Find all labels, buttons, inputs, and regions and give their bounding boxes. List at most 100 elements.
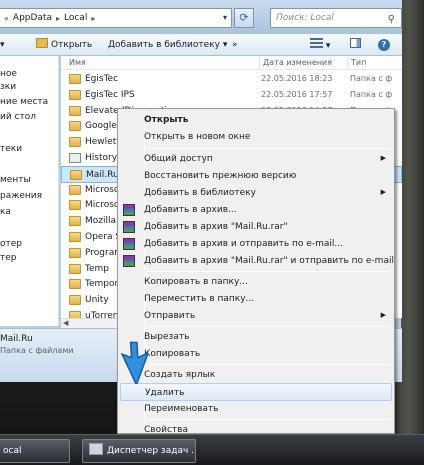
menu-item-open[interactable]: Открыть bbox=[120, 111, 392, 129]
nav-item[interactable]: ка bbox=[0, 206, 58, 218]
menu-separator bbox=[146, 364, 390, 365]
help-button[interactable]: ? bbox=[378, 38, 390, 52]
taskbar-button-explorer[interactable]: ocal bbox=[0, 439, 70, 463]
menu-item-label: Удалить bbox=[145, 388, 185, 398]
file-name: Temp bbox=[85, 263, 109, 274]
nav-item[interactable]: менты bbox=[0, 174, 58, 186]
menu-item-share[interactable]: Общий доступ ▶ bbox=[120, 150, 392, 168]
folder-icon bbox=[69, 263, 81, 274]
winrar-icon bbox=[123, 238, 135, 250]
history-folder-icon bbox=[69, 153, 81, 163]
task-manager-icon bbox=[89, 443, 103, 455]
search-icon[interactable]: ⚲ bbox=[388, 11, 395, 29]
folder-icon bbox=[69, 74, 81, 84]
file-name: History bbox=[85, 153, 118, 163]
scroll-left-icon[interactable]: ◀ bbox=[63, 319, 68, 327]
search-placeholder: Поиск: Local bbox=[276, 13, 334, 23]
column-header-date[interactable]: Дата изменения bbox=[263, 58, 332, 67]
file-name: EgisTec IPS bbox=[85, 89, 135, 100]
folder-icon bbox=[70, 169, 82, 180]
more-commands-button[interactable]: » bbox=[232, 38, 238, 52]
menu-item-add-to-archive[interactable]: Добавить в архив... bbox=[120, 201, 392, 219]
menu-item-restore-previous[interactable]: Восстановить прежнюю версию bbox=[120, 167, 392, 185]
nav-item[interactable]: ий стол bbox=[0, 111, 58, 123]
breadcrumb-local[interactable]: Local bbox=[64, 13, 87, 23]
folder-open-icon bbox=[36, 38, 48, 48]
menu-item-move-to[interactable]: Переместить в папку... bbox=[120, 290, 392, 308]
preview-pane-icon bbox=[350, 38, 361, 48]
refresh-icon[interactable]: ⟳ bbox=[234, 8, 254, 28]
folder-icon bbox=[69, 295, 81, 306]
menu-item-label: Вырезать bbox=[144, 332, 190, 342]
menu-item-label: Отправить bbox=[144, 311, 196, 321]
menu-item-create-shortcut[interactable]: Создать ярлык bbox=[120, 366, 392, 384]
chevron-down-icon: ▾ bbox=[222, 40, 228, 50]
search-input[interactable]: Поиск: Local ⚲ bbox=[270, 8, 402, 28]
nav-item[interactable]: ное bbox=[0, 68, 58, 80]
menu-item-add-to-rar[interactable]: Добавить в архив "Mail.Ru.rar" bbox=[120, 218, 392, 236]
file-name: Tempor bbox=[85, 279, 119, 290]
menu-item-label: Добавить в архив "Mail.Ru.rar" и отправи… bbox=[144, 256, 394, 266]
file-name: Mozilla bbox=[85, 216, 117, 227]
nav-item[interactable]: ние места bbox=[0, 96, 58, 108]
menu-item-label: Переименовать bbox=[144, 404, 219, 414]
winrar-icon bbox=[123, 221, 135, 233]
address-overflow-chevron[interactable]: « bbox=[4, 14, 9, 23]
pointer-arrow-icon bbox=[120, 341, 148, 384]
folder-icon bbox=[69, 216, 81, 227]
file-name: Unity bbox=[85, 295, 109, 306]
folder-icon bbox=[69, 184, 81, 195]
address-dropdown-icon[interactable]: ▾ bbox=[218, 9, 232, 27]
file-row[interactable]: EgisTec 22.05.2016 18:23 Папка с ф bbox=[61, 71, 402, 88]
column-header-name[interactable]: Имя bbox=[69, 58, 86, 67]
add-to-library-button[interactable]: Добавить в библиотеку ▾ bbox=[108, 38, 227, 52]
folder-icon bbox=[69, 121, 81, 132]
address-bar[interactable]: « AppData ▸ Local ▸ bbox=[0, 8, 232, 28]
nav-item[interactable]: отер bbox=[0, 238, 58, 250]
column-header-row: Имя Дата изменения Тип bbox=[61, 56, 402, 70]
menu-item-open-new-window[interactable]: Открыть в новом окне bbox=[120, 128, 392, 146]
column-header-type[interactable]: Тип bbox=[351, 58, 366, 67]
nav-item[interactable]: зки bbox=[0, 81, 58, 93]
file-date: 22.05.2016 17:57 bbox=[261, 89, 333, 99]
menu-item-label: Открыть в новом окне bbox=[144, 132, 251, 142]
menu-item-rar-email[interactable]: Добавить в архив "Mail.Ru.rar" и отправи… bbox=[120, 252, 394, 270]
view-options-button[interactable]: ▾ bbox=[310, 38, 330, 52]
file-row[interactable]: EgisTec IPS 22.05.2016 17:57 Папка с ф bbox=[61, 87, 402, 104]
menu-item-copy[interactable]: Копировать bbox=[120, 345, 392, 363]
submenu-arrow-icon: ▶ bbox=[380, 311, 386, 319]
nav-item[interactable]: тер bbox=[0, 252, 58, 264]
menu-item-label: Копировать bbox=[144, 349, 201, 359]
nav-item[interactable]: теки bbox=[0, 143, 58, 155]
menu-item-send-to[interactable]: Отправить ▶ bbox=[120, 307, 392, 325]
details-item-type: Папка с файлами bbox=[0, 346, 74, 355]
menu-item-label: Добавить в архив "Mail.Ru.rar" bbox=[144, 222, 288, 232]
menu-item-add-to-library[interactable]: Добавить в библиотеку ▶ bbox=[120, 184, 392, 202]
file-name: Google bbox=[85, 121, 117, 132]
preview-pane-button[interactable] bbox=[350, 38, 361, 52]
file-name: Microso bbox=[85, 184, 120, 195]
menu-item-archive-email[interactable]: Добавить в архив и отправить по e-mail..… bbox=[120, 235, 392, 253]
address-bar-area: « AppData ▸ Local ▸ ▾ ⟳ Поиск: Local ⚲ bbox=[0, 0, 402, 34]
breadcrumb-appdata[interactable]: AppData bbox=[13, 13, 52, 23]
file-name: Microso bbox=[85, 200, 120, 211]
breadcrumb-separator-icon[interactable]: ▸ bbox=[91, 14, 95, 23]
menu-item-copy-to[interactable]: Копировать в папку... bbox=[120, 273, 392, 291]
menu-item-cut[interactable]: Вырезать bbox=[120, 328, 392, 346]
folder-icon bbox=[69, 105, 81, 116]
horizontal-scrollbar[interactable]: ◀ bbox=[61, 318, 117, 328]
column-divider[interactable] bbox=[259, 57, 260, 69]
taskbar-button-task-manager[interactable]: Диспетчер задач ... bbox=[82, 439, 196, 463]
menu-separator bbox=[146, 271, 390, 272]
open-button[interactable]: Открыть bbox=[36, 38, 92, 52]
menu-item-delete[interactable]: Удалить bbox=[120, 383, 392, 401]
submenu-arrow-icon: ▶ bbox=[380, 188, 386, 196]
file-type: Папка с ф bbox=[350, 89, 393, 99]
breadcrumb-separator-icon[interactable]: ▸ bbox=[56, 14, 60, 23]
nav-item[interactable]: ражения bbox=[0, 190, 58, 202]
menu-item-rename[interactable]: Переименовать bbox=[120, 400, 392, 418]
organize-dropdown-icon[interactable]: ▾ bbox=[0, 38, 5, 52]
menu-item-label: Открыть bbox=[144, 115, 189, 125]
column-divider[interactable] bbox=[347, 57, 348, 69]
folder-icon bbox=[69, 232, 81, 242]
